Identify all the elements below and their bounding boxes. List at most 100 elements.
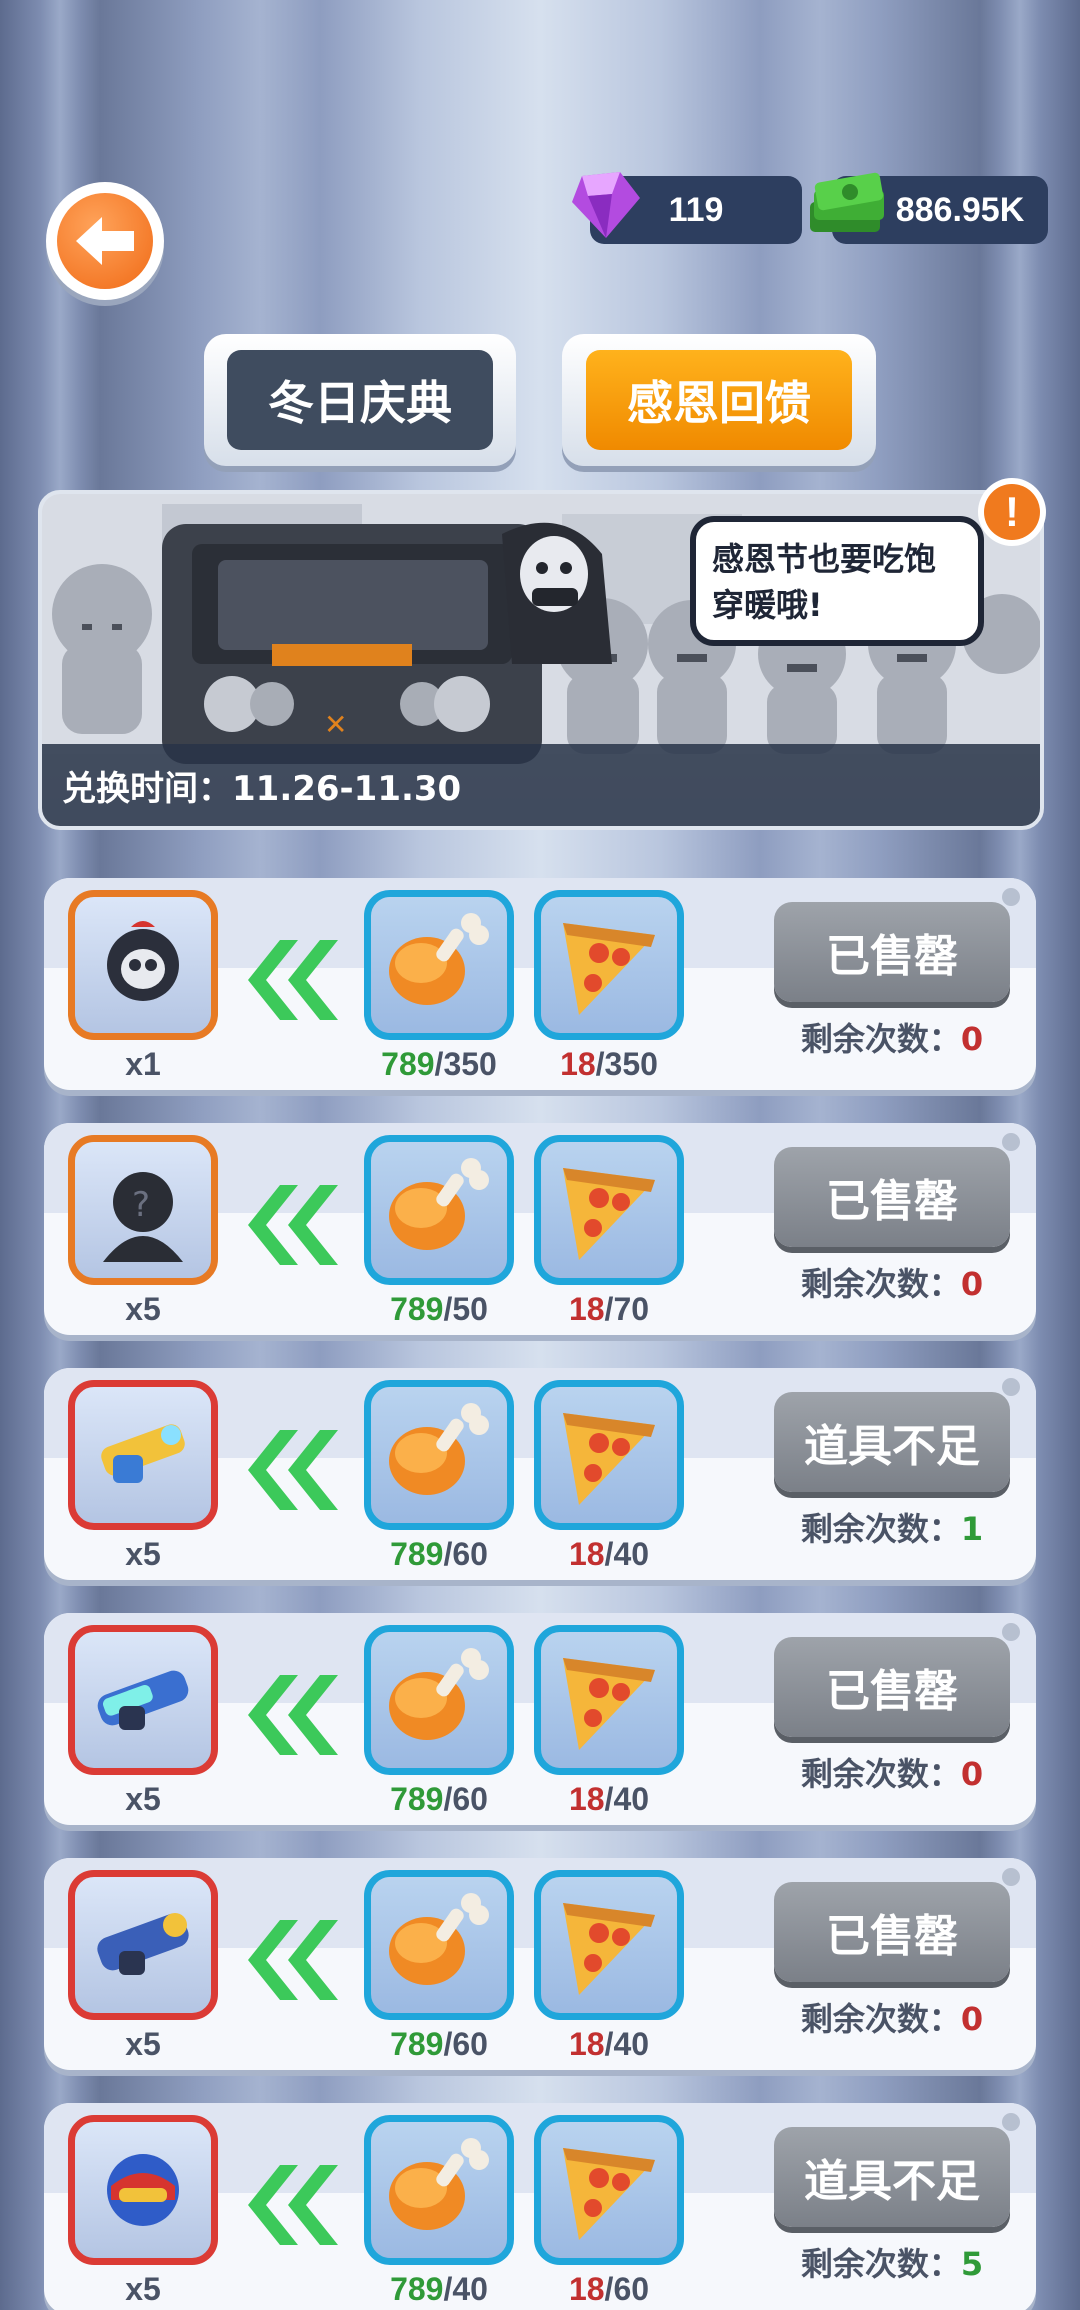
pizza-need: /40	[604, 1536, 650, 1572]
cost-slot-drumstick[interactable]	[364, 1870, 514, 2020]
exchange-arrows-icon	[248, 1185, 338, 1265]
exchange-row: x5 789/60 18/40 已售罄 剩余次数：0	[44, 1858, 1036, 2070]
pizza-need: /40	[604, 1781, 650, 1817]
pizza-count: 18/40	[534, 2026, 684, 2063]
reward-slot[interactable]	[68, 2115, 218, 2265]
tab-thanksgiving-label: 感恩回馈	[585, 350, 853, 450]
drumstick-count: 789/50	[364, 1291, 514, 1328]
remaining-value: 1	[960, 1510, 984, 1548]
drumstick-count: 789/350	[364, 1046, 514, 1083]
cash-amount: 886.95K	[895, 190, 1025, 229]
cost-slot-drumstick[interactable]	[364, 890, 514, 1040]
exchange-arrows-icon	[248, 1675, 338, 1755]
pizza-slice-icon	[563, 2148, 655, 2240]
cost-slot-drumstick[interactable]	[364, 1625, 514, 1775]
exchange-row: x1 789/350 18/350 已售罄 剩余次数：0	[44, 878, 1036, 1090]
row-corner-dot	[1002, 1133, 1020, 1151]
drumstick-icon	[389, 1648, 489, 1740]
drumstick-have: 789	[381, 1046, 435, 1082]
skull-helmet-character-icon	[107, 921, 179, 1001]
drumstick-need: /50	[443, 1291, 488, 1327]
exchange-button[interactable]: 已售罄	[774, 1882, 1010, 1982]
pizza-have: 18	[568, 1781, 605, 1817]
row-corner-dot	[1002, 1378, 1020, 1396]
reward-quantity: x5	[125, 1291, 161, 1327]
pizza-slice-icon	[563, 1658, 655, 1750]
pizza-have: 18	[568, 1291, 605, 1327]
remaining-label: 剩余次数：	[800, 1510, 961, 1548]
cost-slot-pizza[interactable]	[534, 890, 684, 1040]
cost-slot-pizza[interactable]	[534, 1380, 684, 1530]
cyan-cannon-icon	[97, 1670, 189, 1730]
pizza-count: 18/350	[534, 1046, 684, 1083]
info-button[interactable]: !	[978, 478, 1046, 546]
remaining-label: 剩余次数：	[800, 1265, 961, 1303]
mystery-character-icon: ?	[103, 1172, 183, 1262]
yellow-blaster-icon	[101, 1424, 185, 1483]
remaining-value: 0	[960, 1020, 984, 1058]
back-button[interactable]	[46, 182, 164, 300]
pizza-have: 18	[568, 2026, 605, 2062]
drumstick-have: 789	[390, 1291, 444, 1327]
cost-slot-pizza[interactable]	[534, 1870, 684, 2020]
tab-thanksgiving[interactable]: 感恩回馈	[562, 334, 876, 466]
remaining-count: 剩余次数：0	[774, 1749, 1010, 1795]
drumstick-need: /60	[443, 2026, 488, 2062]
exchange-button[interactable]: 已售罄	[774, 902, 1010, 1002]
drumstick-need: /350	[434, 1046, 497, 1082]
exchange-arrows-icon	[248, 1430, 338, 1510]
exchange-arrows-icon	[248, 1920, 338, 2000]
drumstick-need: /40	[443, 2271, 488, 2307]
tab-winter-label: 冬日庆典	[227, 350, 493, 450]
row-corner-dot	[1002, 1623, 1020, 1641]
cost-slot-drumstick[interactable]	[364, 1135, 514, 1285]
cost-slot-pizza[interactable]	[534, 2115, 684, 2265]
reward-slot[interactable]	[68, 1380, 218, 1530]
event-banner: ✕ 感恩节也要吃饱穿暖哦! 兑换时间：11.26-11.30	[38, 490, 1044, 830]
cost-slot-pizza[interactable]	[534, 1135, 684, 1285]
svg-text:?: ?	[132, 1185, 150, 1225]
remaining-value: 0	[960, 1265, 984, 1303]
exchange-button[interactable]: 已售罄	[774, 1637, 1010, 1737]
reward-slot[interactable]	[68, 890, 218, 1040]
drumstick-icon	[389, 913, 489, 1005]
pizza-need: /70	[604, 1291, 650, 1327]
pizza-count: 18/40	[534, 1536, 684, 1573]
drumstick-icon	[389, 2138, 489, 2230]
row-corner-dot	[1002, 1868, 1020, 1886]
cost-slot-pizza[interactable]	[534, 1625, 684, 1775]
pizza-slice-icon	[563, 1903, 655, 1995]
drumstick-icon	[389, 1158, 489, 1250]
pizza-slice-icon	[563, 923, 655, 1015]
drumstick-need: /60	[443, 1781, 488, 1817]
drumstick-icon	[389, 1893, 489, 1985]
exchange-button[interactable]: 道具不足	[774, 1392, 1010, 1492]
remaining-count: 剩余次数：5	[774, 2239, 1010, 2285]
exchange-button[interactable]: 已售罄	[774, 1147, 1010, 1247]
exchange-time: 兑换时间：11.26-11.30	[42, 744, 1040, 826]
speech-bubble: 感恩节也要吃饱穿暖哦!	[690, 516, 984, 646]
cost-slot-drumstick[interactable]	[364, 1380, 514, 1530]
reward-quantity: x5	[125, 2026, 161, 2062]
cost-slot-drumstick[interactable]	[364, 2115, 514, 2265]
reward-slot[interactable]	[68, 1625, 218, 1775]
exchange-row: ? x5 789/50 18/70 已售罄 剩余次数：0	[44, 1123, 1036, 1335]
remaining-count: 剩余次数：0	[774, 1259, 1010, 1305]
pizza-need: /40	[604, 2026, 650, 2062]
remaining-value: 5	[960, 2245, 984, 2283]
reward-slot[interactable]	[68, 1870, 218, 2020]
reward-slot[interactable]: ?	[68, 1135, 218, 1285]
cash-stack-icon	[810, 172, 884, 232]
remaining-label: 剩余次数：	[800, 1755, 961, 1793]
pizza-have: 18	[568, 1536, 605, 1572]
exchange-button[interactable]: 道具不足	[774, 2127, 1010, 2227]
reward-quantity: x5	[125, 2271, 161, 2307]
remaining-count: 剩余次数：1	[774, 1504, 1010, 1550]
reward-quantity: x1	[125, 1046, 161, 1082]
tab-winter-celebration[interactable]: 冬日庆典	[204, 334, 516, 466]
gem-icon	[572, 172, 640, 238]
drumstick-icon	[389, 1403, 489, 1495]
row-corner-dot	[1002, 2113, 1020, 2131]
exchange-row: x5 789/60 18/40 道具不足 剩余次数：1	[44, 1368, 1036, 1580]
drumstick-count: 789/60	[364, 2026, 514, 2063]
